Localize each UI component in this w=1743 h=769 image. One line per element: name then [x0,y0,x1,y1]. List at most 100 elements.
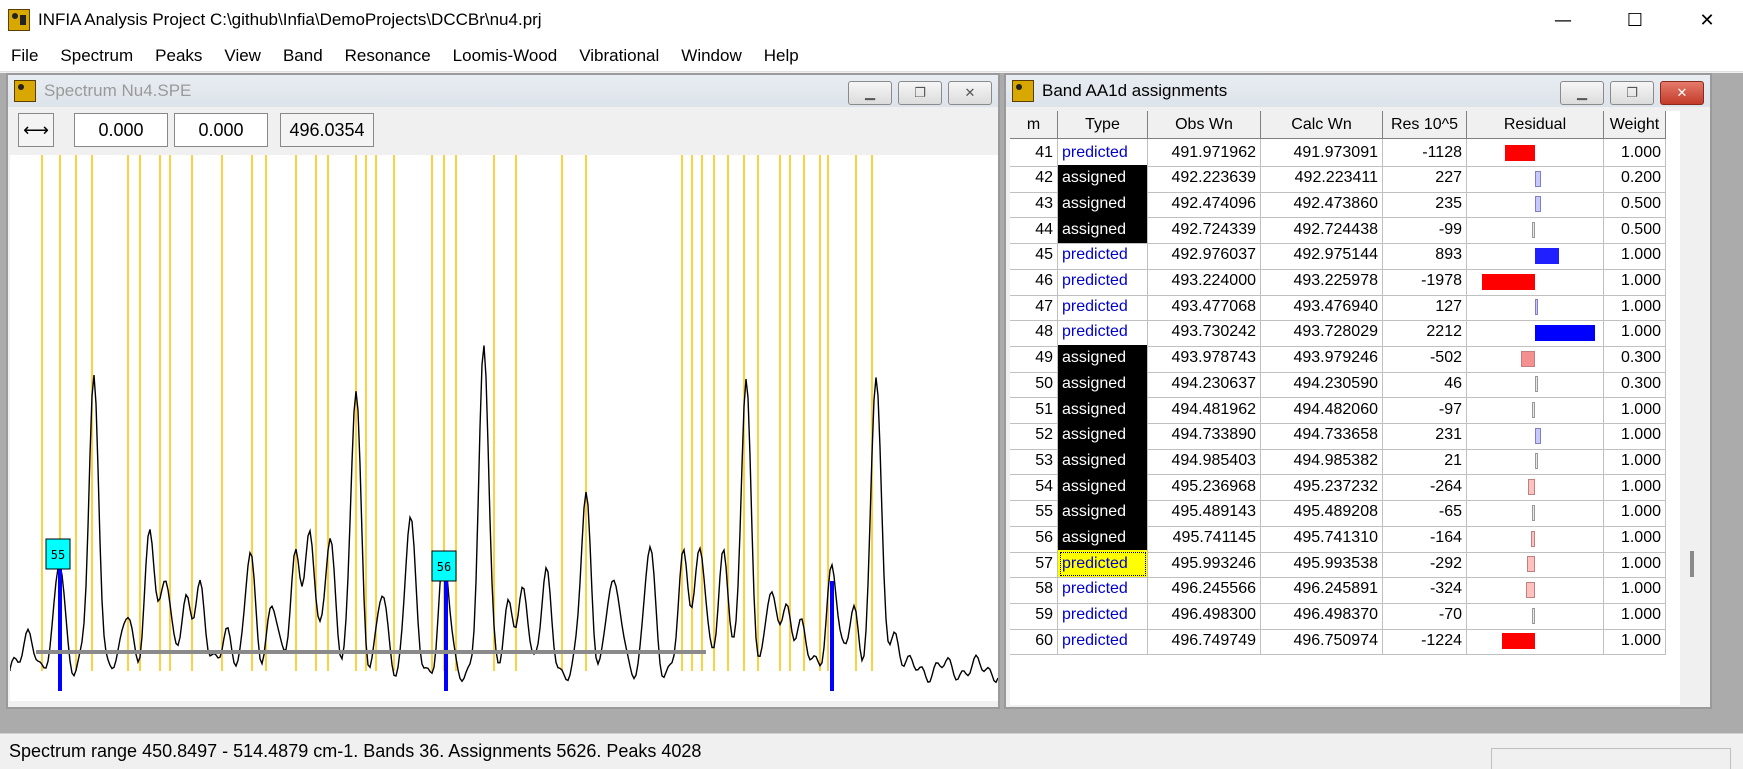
spectrum-window-titlebar[interactable]: Spectrum Nu4.SPE ▁ ❐ ✕ [8,75,998,107]
cell-type[interactable]: assigned [1058,498,1148,527]
range-start-field[interactable]: 0.000 [74,113,168,147]
cell-residual[interactable] [1467,267,1604,296]
cell-type[interactable]: predicted [1058,601,1148,630]
cell-m[interactable]: 50 [1010,370,1058,399]
cell-type[interactable]: predicted [1058,550,1148,579]
cell-res[interactable]: -99 [1383,216,1467,245]
cell-weight[interactable]: 0.500 [1604,190,1666,219]
cell-obs-wn[interactable]: 494.985403 [1148,447,1261,476]
cell-obs-wn[interactable]: 494.733890 [1148,421,1261,450]
cell-type[interactable]: assigned [1058,421,1148,450]
cell-residual[interactable] [1467,473,1604,502]
menu-peaks[interactable]: Peaks [144,46,213,66]
band-assignments-window[interactable]: Band AA1d assignments ▁ ❐ ✕ m Type Obs W… [1004,73,1712,709]
cell-res[interactable]: 21 [1383,447,1467,476]
cell-res[interactable]: -292 [1383,550,1467,579]
table-row[interactable]: 58 predicted 496.245566 496.245891 -324 1.000 [1010,575,1666,604]
cell-weight[interactable]: 1.000 [1604,550,1666,579]
cell-res[interactable]: 227 [1383,164,1467,193]
table-row[interactable]: 59 predicted 496.498300 496.498370 -70 1.000 [1010,601,1666,630]
table-row[interactable]: 48 predicted 493.730242 493.728029 2212 1.000 [1010,318,1666,347]
cell-type[interactable]: assigned [1058,473,1148,502]
cell-residual[interactable] [1467,575,1604,604]
cell-residual[interactable] [1467,241,1604,270]
cell-calc-wn[interactable]: 496.498370 [1261,601,1383,630]
cell-m[interactable]: 48 [1010,318,1058,347]
cell-weight[interactable]: 1.000 [1604,318,1666,347]
cell-residual[interactable] [1467,370,1604,399]
band-minimize-button[interactable]: ▁ [1560,81,1604,105]
cell-m[interactable]: 42 [1010,164,1058,193]
spectrum-minimize-button[interactable]: ▁ [848,81,892,105]
cell-weight[interactable]: 0.300 [1604,344,1666,373]
cell-calc-wn[interactable]: 494.733658 [1261,421,1383,450]
cell-res[interactable]: -70 [1383,601,1467,630]
cell-type[interactable]: predicted [1058,241,1148,270]
cell-type[interactable]: predicted [1058,318,1148,347]
header-weight[interactable]: Weight [1604,111,1666,139]
cell-obs-wn[interactable]: 495.741145 [1148,524,1261,553]
cell-obs-wn[interactable]: 493.730242 [1148,318,1261,347]
cell-obs-wn[interactable]: 493.224000 [1148,267,1261,296]
cell-calc-wn[interactable]: 493.979246 [1261,344,1383,373]
header-residual[interactable]: Residual [1467,111,1604,139]
cell-calc-wn[interactable]: 491.973091 [1261,139,1383,167]
table-row[interactable]: 43 assigned 492.474096 492.473860 235 0.500 [1010,190,1666,219]
cell-obs-wn[interactable]: 493.477068 [1148,293,1261,322]
cell-weight[interactable]: 1.000 [1604,524,1666,553]
table-row[interactable]: 57 predicted 495.993246 495.993538 -292 1.000 [1010,550,1666,579]
band-vscrollbar[interactable] [1680,111,1704,705]
cell-residual[interactable] [1467,524,1604,553]
menu-spectrum[interactable]: Spectrum [49,46,144,66]
menu-view[interactable]: View [213,46,272,66]
cell-type[interactable]: assigned [1058,344,1148,373]
cell-weight[interactable]: 1.000 [1604,601,1666,630]
cell-obs-wn[interactable]: 495.236968 [1148,473,1261,502]
cell-type[interactable]: predicted [1058,293,1148,322]
cell-calc-wn[interactable]: 495.237232 [1261,473,1383,502]
maximize-button[interactable]: ☐ [1599,0,1671,40]
minimize-button[interactable]: — [1527,0,1599,40]
cell-res[interactable]: 127 [1383,293,1467,322]
cell-weight[interactable]: 1.000 [1604,396,1666,424]
cell-calc-wn[interactable]: 495.489208 [1261,498,1383,527]
cell-residual[interactable] [1467,396,1604,424]
cell-res[interactable]: -65 [1383,498,1467,527]
cell-type[interactable]: predicted [1058,627,1148,656]
cell-m[interactable]: 51 [1010,396,1058,424]
cell-res[interactable]: 893 [1383,241,1467,270]
cell-m[interactable]: 45 [1010,241,1058,270]
cell-m[interactable]: 46 [1010,267,1058,296]
cell-type[interactable]: assigned [1058,216,1148,245]
spectrum-hscrollbar[interactable] [36,650,706,654]
cell-obs-wn[interactable]: 494.481962 [1148,396,1261,424]
cell-m[interactable]: 56 [1010,524,1058,553]
menu-vibrational[interactable]: Vibrational [568,46,670,66]
cell-type[interactable]: assigned [1058,190,1148,219]
cell-obs-wn[interactable]: 496.498300 [1148,601,1261,630]
table-row[interactable]: 49 assigned 493.978743 493.979246 -502 0.300 [1010,344,1666,373]
cell-m[interactable]: 43 [1010,190,1058,219]
header-res[interactable]: Res 10^5 [1383,111,1467,139]
cell-type[interactable]: assigned [1058,370,1148,399]
table-row[interactable]: 41 predicted 491.971962 491.973091 -1128 1.00… [1010,139,1666,167]
cell-res[interactable]: -1224 [1383,627,1467,656]
cell-calc-wn[interactable]: 493.728029 [1261,318,1383,347]
cell-obs-wn[interactable]: 495.489143 [1148,498,1261,527]
cell-res[interactable]: 46 [1383,370,1467,399]
cell-calc-wn[interactable]: 495.993538 [1261,550,1383,579]
table-row[interactable]: 47 predicted 493.477068 493.476940 127 1.000 [1010,293,1666,322]
table-row[interactable]: 56 assigned 495.741145 495.741310 -164 1.000 [1010,524,1666,553]
cell-obs-wn[interactable]: 493.978743 [1148,344,1261,373]
cell-type[interactable]: assigned [1058,524,1148,553]
cell-residual[interactable] [1467,627,1604,656]
cell-weight[interactable]: 1.000 [1604,627,1666,656]
menu-help[interactable]: Help [753,46,810,66]
cell-calc-wn[interactable]: 496.245891 [1261,575,1383,604]
table-row[interactable]: 60 predicted 496.749749 496.750974 -1224 1.00… [1010,627,1666,656]
table-row[interactable]: 45 predicted 492.976037 492.975144 893 1.000 [1010,241,1666,270]
cell-m[interactable]: 47 [1010,293,1058,322]
table-row[interactable]: 53 assigned 494.985403 494.985382 21 1.000 [1010,447,1666,476]
range-end-field[interactable]: 0.000 [174,113,268,147]
spectrum-window[interactable]: Spectrum Nu4.SPE ▁ ❐ ✕ ⟷ 0.000 0.000 496… [6,73,1000,709]
